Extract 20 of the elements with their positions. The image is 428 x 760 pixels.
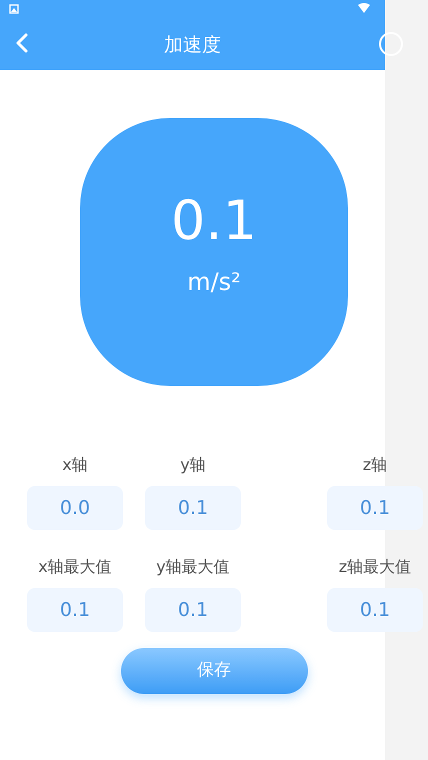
axis-label: z轴: [362, 454, 388, 476]
back-icon[interactable]: [16, 33, 28, 53]
axis-label: z轴最大值: [338, 556, 412, 578]
wifi-icon: [358, 3, 370, 13]
axis-label: x轴: [62, 454, 88, 476]
value-field[interactable]: 0.1: [327, 486, 423, 530]
value-field[interactable]: 0.1: [327, 588, 423, 632]
image-icon: [9, 4, 19, 14]
save-button[interactable]: 保存: [120, 648, 308, 694]
value-field[interactable]: 0.0: [27, 486, 123, 530]
axis-label: y轴最大值: [156, 556, 230, 578]
acceleration-value: 0.1: [171, 194, 257, 248]
value-field[interactable]: 0.1: [145, 588, 241, 632]
value-field[interactable]: 0.1: [27, 588, 123, 632]
value-field[interactable]: 0.1: [145, 486, 241, 530]
axis-label: y轴: [180, 454, 206, 476]
axis-label: x轴最大值: [38, 556, 112, 578]
page-title: 加速度: [163, 33, 222, 58]
unit-label: m/s²: [187, 267, 241, 298]
help-icon[interactable]: [378, 31, 404, 57]
